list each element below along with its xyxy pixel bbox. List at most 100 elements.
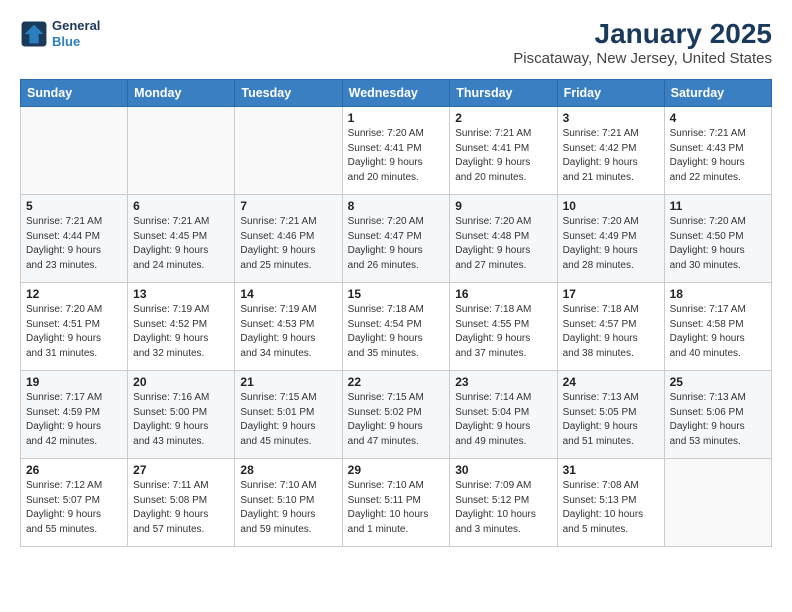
calendar-cell: 21 Sunrise: 7:15 AM Sunset: 5:01 PM Dayli… [235,371,342,459]
calendar-cell: 26Sunrise: 7:12 AM Sunset: 5:07 PM Dayli… [21,459,128,547]
day-number: 4 [670,111,766,125]
day-number: 13 [133,287,229,301]
calendar-title: January 2025 [513,18,772,50]
calendar-cell: 24 Sunrise: 7:13 AM Sunset: 5:05 PM Dayli… [557,371,664,459]
day-number: 7 [240,199,336,213]
calendar-cell: 1 Sunrise: 7:20 AM Sunset: 4:41 PM Daylig… [342,107,450,195]
calendar-cell [21,107,128,195]
day-info: Sunrise: 7:21 AM Sunset: 4:44 PM Dayligh… [26,215,122,273]
calendar-cell: 17Sunrise: 7:18 AM Sunset: 4:57 PM Dayli… [557,283,664,371]
day-number: 21 [240,375,336,389]
day-number: 22 [348,375,445,389]
day-info: Sunrise: 7:20 AM Sunset: 4:51 PM Dayligh… [26,303,122,361]
calendar-cell: 15 Sunrise: 7:18 AM Sunset: 4:54 PM Dayli… [342,283,450,371]
day-info: Sunrise: 7:19 AM Sunset: 4:52 PM Dayligh… [133,303,229,361]
calendar-cell: 9 Sunrise: 7:20 AM Sunset: 4:48 PM Daylig… [450,195,557,283]
calendar-cell: 25 Sunrise: 7:13 AM Sunset: 5:06 PM Dayli… [664,371,771,459]
logo-icon [20,20,48,48]
day-info: Sunrise: 7:08 AM Sunset: 5:13 PM Dayligh… [563,479,659,537]
day-info: Sunrise: 7:20 AM Sunset: 4:49 PM Dayligh… [563,215,659,273]
logo-line2: Blue [52,34,100,50]
day-number: 5 [26,199,122,213]
day-number: 30 [455,463,551,477]
calendar-cell: 18 Sunrise: 7:17 AM Sunset: 4:58 PM Dayli… [664,283,771,371]
day-info: Sunrise: 7:18 AM Sunset: 4:55 PM Dayligh… [455,303,551,361]
day-info: Sunrise: 7:15 AM Sunset: 5:02 PM Dayligh… [348,391,445,449]
calendar-cell: 7 Sunrise: 7:21 AM Sunset: 4:46 PM Daylig… [235,195,342,283]
calendar-subtitle: Piscataway, New Jersey, United States [513,50,772,67]
col-header-saturday: Saturday [664,80,771,107]
day-info: Sunrise: 7:10 AM Sunset: 5:11 PM Dayligh… [348,479,445,537]
day-number: 16 [455,287,551,301]
day-info: Sunrise: 7:10 AM Sunset: 5:10 PM Dayligh… [240,479,336,537]
calendar-cell: 4Sunrise: 7:21 AM Sunset: 4:43 PM Daylig… [664,107,771,195]
day-number: 2 [455,111,551,125]
calendar-cell [664,459,771,547]
day-info: Sunrise: 7:13 AM Sunset: 5:05 PM Dayligh… [563,391,659,449]
calendar-cell: 11 Sunrise: 7:20 AM Sunset: 4:50 PM Dayli… [664,195,771,283]
calendar-cell: 8 Sunrise: 7:20 AM Sunset: 4:47 PM Daylig… [342,195,450,283]
week-row-1: 1 Sunrise: 7:20 AM Sunset: 4:41 PM Daylig… [21,107,772,195]
week-row-5: 26Sunrise: 7:12 AM Sunset: 5:07 PM Dayli… [21,459,772,547]
calendar-cell: 27 Sunrise: 7:11 AM Sunset: 5:08 PM Dayli… [128,459,235,547]
day-info: Sunrise: 7:17 AM Sunset: 4:58 PM Dayligh… [670,303,766,361]
day-info: Sunrise: 7:20 AM Sunset: 4:47 PM Dayligh… [348,215,445,273]
calendar-cell: 28Sunrise: 7:10 AM Sunset: 5:10 PM Dayli… [235,459,342,547]
day-info: Sunrise: 7:12 AM Sunset: 5:07 PM Dayligh… [26,479,122,537]
week-row-3: 12 Sunrise: 7:20 AM Sunset: 4:51 PM Dayli… [21,283,772,371]
day-number: 27 [133,463,229,477]
col-header-sunday: Sunday [21,80,128,107]
col-header-thursday: Thursday [450,80,557,107]
day-number: 25 [670,375,766,389]
col-header-wednesday: Wednesday [342,80,450,107]
day-info: Sunrise: 7:11 AM Sunset: 5:08 PM Dayligh… [133,479,229,537]
day-number: 6 [133,199,229,213]
col-header-tuesday: Tuesday [235,80,342,107]
calendar-cell: 30 Sunrise: 7:09 AM Sunset: 5:12 PM Dayli… [450,459,557,547]
day-number: 12 [26,287,122,301]
week-row-4: 19Sunrise: 7:17 AM Sunset: 4:59 PM Dayli… [21,371,772,459]
day-info: Sunrise: 7:19 AM Sunset: 4:53 PM Dayligh… [240,303,336,361]
day-info: Sunrise: 7:21 AM Sunset: 4:41 PM Dayligh… [455,127,551,185]
day-info: Sunrise: 7:15 AM Sunset: 5:01 PM Dayligh… [240,391,336,449]
day-info: Sunrise: 7:09 AM Sunset: 5:12 PM Dayligh… [455,479,551,537]
calendar-cell: 14Sunrise: 7:19 AM Sunset: 4:53 PM Dayli… [235,283,342,371]
calendar-cell: 22 Sunrise: 7:15 AM Sunset: 5:02 PM Dayli… [342,371,450,459]
day-info: Sunrise: 7:13 AM Sunset: 5:06 PM Dayligh… [670,391,766,449]
calendar-cell: 23Sunrise: 7:14 AM Sunset: 5:04 PM Dayli… [450,371,557,459]
day-number: 20 [133,375,229,389]
calendar-cell: 6Sunrise: 7:21 AM Sunset: 4:45 PM Daylig… [128,195,235,283]
day-info: Sunrise: 7:14 AM Sunset: 5:04 PM Dayligh… [455,391,551,449]
header: General Blue January 2025 Piscataway, Ne… [20,18,772,67]
calendar-cell: 29Sunrise: 7:10 AM Sunset: 5:11 PM Dayli… [342,459,450,547]
calendar-cell: 31 Sunrise: 7:08 AM Sunset: 5:13 PM Dayli… [557,459,664,547]
day-number: 8 [348,199,445,213]
day-info: Sunrise: 7:18 AM Sunset: 4:54 PM Dayligh… [348,303,445,361]
day-number: 17 [563,287,659,301]
day-number: 9 [455,199,551,213]
day-info: Sunrise: 7:20 AM Sunset: 4:48 PM Dayligh… [455,215,551,273]
logo-text: General Blue [52,18,100,49]
week-row-2: 5 Sunrise: 7:21 AM Sunset: 4:44 PM Daylig… [21,195,772,283]
calendar-cell: 16 Sunrise: 7:18 AM Sunset: 4:55 PM Dayli… [450,283,557,371]
day-info: Sunrise: 7:21 AM Sunset: 4:46 PM Dayligh… [240,215,336,273]
day-number: 18 [670,287,766,301]
calendar-cell: 19Sunrise: 7:17 AM Sunset: 4:59 PM Dayli… [21,371,128,459]
calendar-cell: 5 Sunrise: 7:21 AM Sunset: 4:44 PM Daylig… [21,195,128,283]
calendar-cell [128,107,235,195]
calendar-cell: 10 Sunrise: 7:20 AM Sunset: 4:49 PM Dayli… [557,195,664,283]
day-info: Sunrise: 7:16 AM Sunset: 5:00 PM Dayligh… [133,391,229,449]
day-info: Sunrise: 7:20 AM Sunset: 4:50 PM Dayligh… [670,215,766,273]
calendar-table: SundayMondayTuesdayWednesdayThursdayFrid… [20,79,772,547]
day-number: 24 [563,375,659,389]
day-number: 11 [670,199,766,213]
day-number: 31 [563,463,659,477]
day-number: 15 [348,287,445,301]
day-info: Sunrise: 7:20 AM Sunset: 4:41 PM Dayligh… [348,127,445,185]
day-number: 10 [563,199,659,213]
col-header-friday: Friday [557,80,664,107]
day-number: 1 [348,111,445,125]
day-number: 3 [563,111,659,125]
day-number: 19 [26,375,122,389]
logo: General Blue [20,18,100,49]
